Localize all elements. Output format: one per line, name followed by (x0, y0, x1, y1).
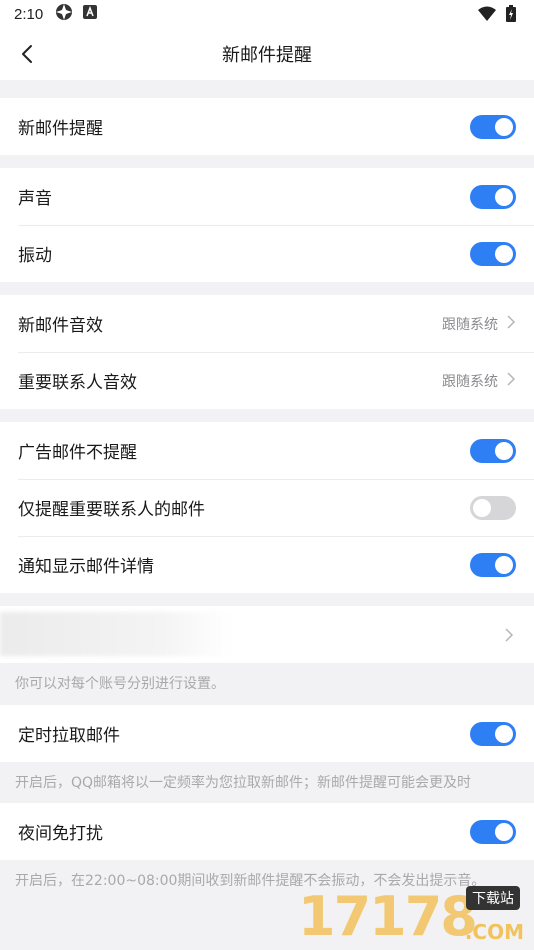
watermark-domain: .COM (464, 920, 524, 944)
scheduled-fetch-hint: 开启后，QQ邮箱将以一定频率为您拉取新邮件；新邮件提醒可能会更及时 (0, 762, 534, 803)
status-bar: 2:10 (0, 0, 534, 28)
row-label: 新邮件提醒 (18, 119, 103, 139)
app-notification-icon (83, 5, 98, 23)
page-title: 新邮件提醒 (222, 45, 312, 66)
row-value: 跟随系统 (442, 373, 498, 390)
row-label: 通知显示邮件详情 (18, 557, 154, 577)
toggle-knob (495, 187, 513, 206)
row-vip-sound[interactable]: 重要联系人音效 跟随系统 (0, 352, 534, 409)
row-vibrate[interactable]: 振动 (0, 225, 534, 282)
row-label: 重要联系人音效 (18, 373, 137, 393)
wifi-icon (478, 6, 496, 26)
account-row[interactable] (0, 606, 534, 663)
row-ad-mail-no-alert[interactable]: 广告邮件不提醒 (0, 422, 534, 479)
row-label: 声音 (18, 189, 52, 209)
back-icon[interactable] (16, 42, 40, 66)
section-gap (0, 80, 534, 98)
night-mode-toggle[interactable] (470, 819, 516, 844)
toggle-knob (473, 498, 491, 517)
toggle-knob (495, 244, 513, 263)
status-time: 2:10 (14, 5, 44, 23)
blurred-account-name (0, 612, 232, 656)
nav-bar: 新邮件提醒 (0, 28, 534, 80)
toggle-knob (495, 822, 513, 841)
row-label: 广告邮件不提醒 (18, 443, 137, 463)
toggle-knob (495, 441, 513, 460)
row-label: 仅提醒重要联系人的邮件 (18, 500, 205, 520)
toggle-knob (495, 724, 513, 743)
section-gap (0, 593, 534, 606)
battery-icon (506, 5, 516, 26)
only-vip-toggle[interactable] (470, 495, 516, 520)
row-label: 定时拉取邮件 (18, 726, 120, 746)
scheduled-fetch-toggle[interactable] (470, 721, 516, 746)
chevron-right-icon (506, 371, 516, 390)
row-value: 跟随系统 (442, 316, 498, 333)
settings-group-sound: 声音 振动 (0, 168, 534, 282)
row-night-mode[interactable]: 夜间免打扰 (0, 803, 534, 860)
settings-group-tones: 新邮件音效 跟随系统 重要联系人音效 跟随系统 (0, 295, 534, 409)
section-gap (0, 409, 534, 422)
row-label: 振动 (18, 246, 52, 266)
settings-notification-icon (55, 3, 73, 25)
row-label: 新邮件音效 (18, 316, 103, 336)
row-label: 夜间免打扰 (18, 824, 103, 844)
row-show-details[interactable]: 通知显示邮件详情 (0, 536, 534, 593)
watermark-logo: 17178 下载站 .COM (298, 885, 528, 948)
show-details-toggle[interactable] (470, 552, 516, 577)
settings-group-main: 新邮件提醒 (0, 98, 534, 155)
new-mail-alert-toggle[interactable] (470, 114, 516, 139)
toggle-knob (495, 117, 513, 136)
sound-toggle[interactable] (470, 184, 516, 209)
vibrate-toggle[interactable] (470, 241, 516, 266)
chevron-right-icon (506, 314, 516, 333)
settings-group-filters: 广告邮件不提醒 仅提醒重要联系人的邮件 通知显示邮件详情 (0, 422, 534, 593)
section-gap (0, 282, 534, 295)
row-only-vip[interactable]: 仅提醒重要联系人的邮件 (0, 479, 534, 536)
section-gap (0, 155, 534, 168)
watermark-digits: 17178 (298, 885, 478, 948)
account-hint: 你可以对每个账号分别进行设置。 (0, 663, 534, 705)
toggle-knob (495, 555, 513, 574)
row-new-mail-sound[interactable]: 新邮件音效 跟随系统 (0, 295, 534, 352)
row-new-mail-alert[interactable]: 新邮件提醒 (0, 98, 534, 155)
ad-mail-toggle[interactable] (470, 438, 516, 463)
row-scheduled-fetch[interactable]: 定时拉取邮件 (0, 705, 534, 762)
row-sound[interactable]: 声音 (0, 168, 534, 225)
watermark-tag: 下载站 (466, 886, 520, 910)
